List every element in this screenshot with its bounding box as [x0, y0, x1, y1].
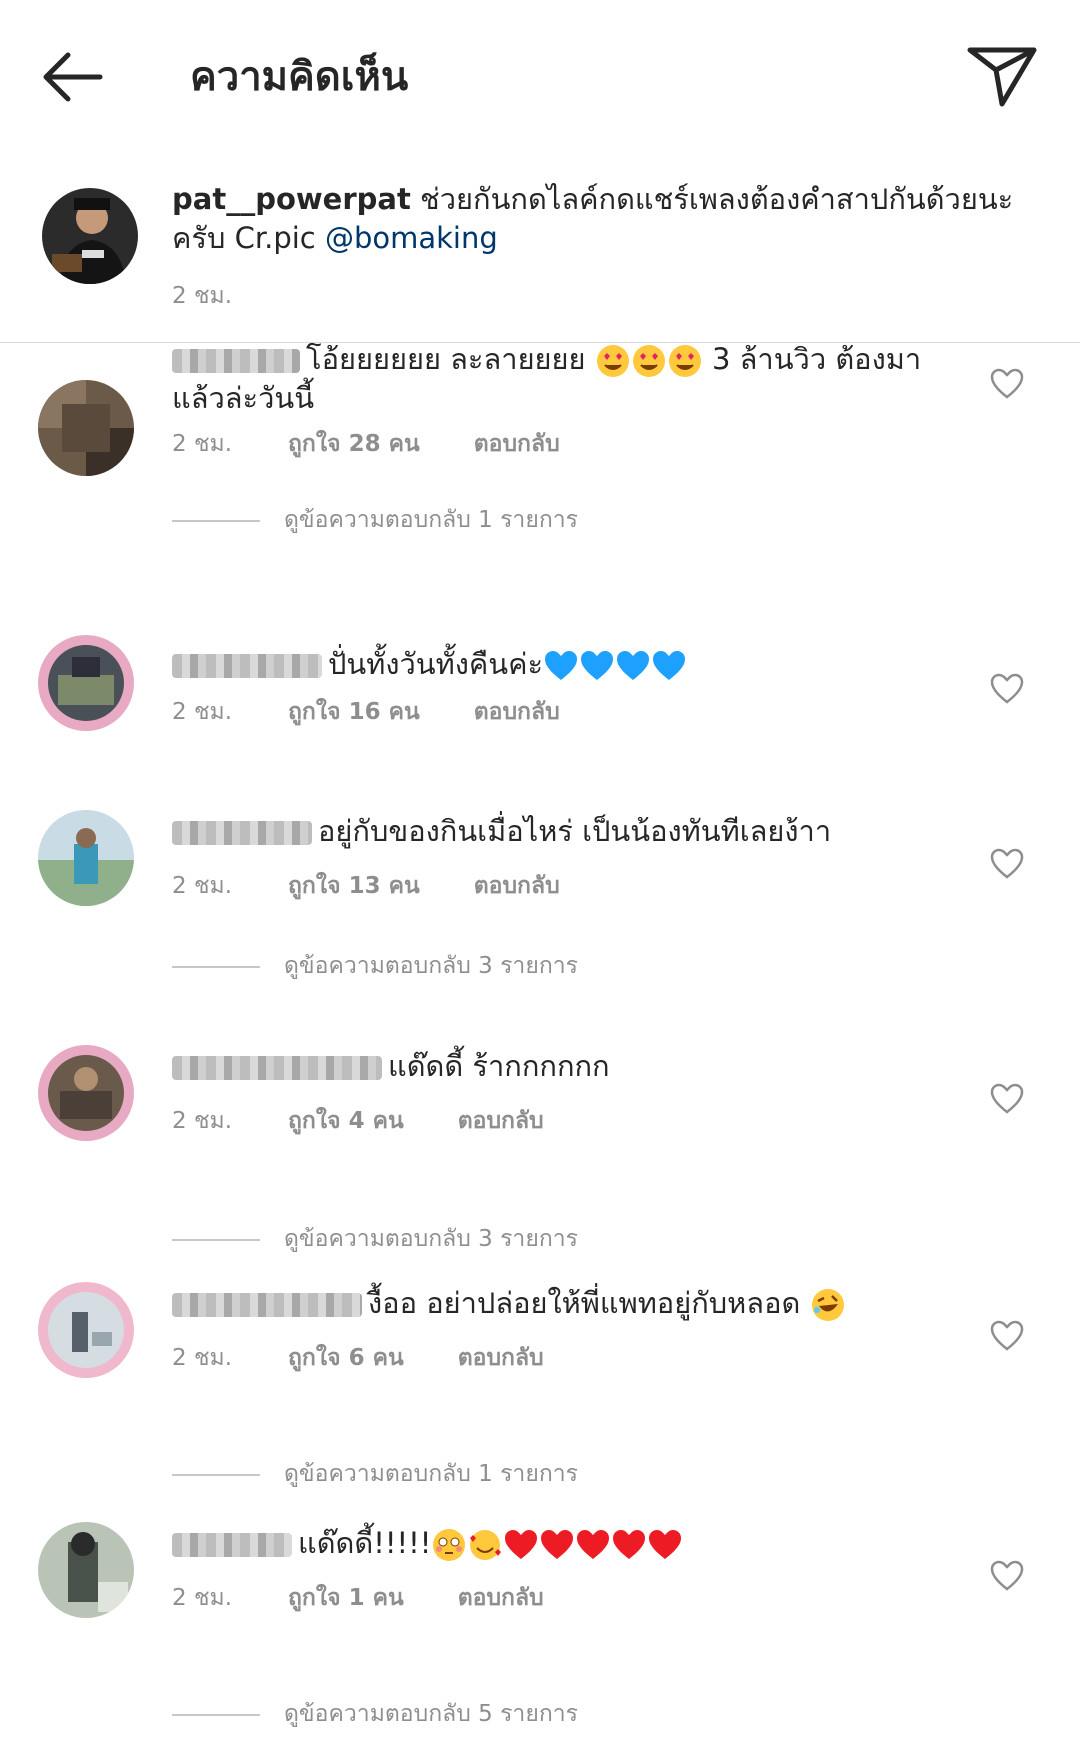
like-heart-icon[interactable]	[990, 368, 1024, 400]
blurred-username[interactable]	[172, 1533, 292, 1557]
like-heart-icon[interactable]	[990, 1083, 1024, 1115]
comment-likes[interactable]: ถูกใจ 6 คน	[288, 1340, 404, 1376]
commenter-avatar[interactable]	[38, 1522, 134, 1618]
caption-mention-link[interactable]: @bomaking	[325, 221, 498, 255]
comment-likes[interactable]: ถูกใจ 16 คน	[288, 694, 420, 730]
reply-button[interactable]: ตอบกลับ	[474, 694, 560, 730]
commenter-avatar[interactable]	[38, 380, 134, 476]
reply-button[interactable]: ตอบกลับ	[474, 868, 560, 904]
reply-button[interactable]: ตอบกลับ	[458, 1340, 544, 1376]
replies-divider	[172, 1238, 260, 1241]
like-heart-icon[interactable]	[990, 1320, 1024, 1352]
comment-text: อยู่กับของกินเมื่อไหร่ เป็นน้องทันทีเลยง…	[172, 812, 972, 851]
comment-meta: 2 ชม. ถูกใจ 1 คน ตอบกลับ	[172, 1580, 544, 1616]
replies-divider	[172, 519, 260, 522]
blue-heart-emoji	[543, 647, 687, 681]
flushed-emoji	[431, 1526, 467, 1561]
view-replies-link[interactable]: ดูข้อความตอบกลับ 1 รายการ	[172, 1456, 578, 1492]
caption-timestamp: 2 ชม.	[172, 283, 233, 309]
rofl-emoji	[810, 1286, 846, 1321]
commenter-avatar[interactable]	[38, 810, 134, 906]
comment-timestamp: 2 ชม.	[172, 873, 233, 899]
red-heart-emoji	[503, 1526, 683, 1560]
commenter-avatar[interactable]	[38, 1045, 134, 1141]
top-bar: ความคิดเห็น	[0, 0, 1080, 150]
blurred-username[interactable]	[172, 654, 322, 678]
replies-divider	[172, 1473, 260, 1476]
comment-timestamp: 2 ชม.	[172, 431, 233, 457]
comment-meta: 2 ชม. ถูกใจ 13 คน ตอบกลับ	[172, 868, 560, 904]
view-replies-link[interactable]: ดูข้อความตอบกลับ 1 รายการ	[172, 502, 578, 538]
blurred-username[interactable]	[172, 1056, 382, 1080]
post-caption: pat__powerpat ช่วยกันกดไลค์กดแชร์เพลงต้อ…	[0, 170, 1080, 343]
comment-timestamp: 2 ชม.	[172, 699, 233, 725]
comment-text: ปั่นทั้งวันทั้งคืนค่ะ	[172, 645, 972, 684]
reply-button[interactable]: ตอบกลับ	[474, 426, 560, 462]
comment-meta: 2 ชม. ถูกใจ 6 คน ตอบกลับ	[172, 1340, 544, 1376]
comment-text: แด๊ดดี้ ร้ากกกกกก	[172, 1047, 972, 1086]
comment-likes[interactable]: ถูกใจ 28 คน	[288, 426, 420, 462]
comment-likes[interactable]: ถูกใจ 1 คน	[288, 1580, 404, 1616]
heart-eyes-emoji	[595, 342, 703, 377]
reply-button[interactable]: ตอบกลับ	[458, 1580, 544, 1616]
blurred-username[interactable]	[172, 349, 300, 373]
reply-button[interactable]: ตอบกลับ	[458, 1103, 544, 1139]
comment-meta: 2 ชม. ถูกใจ 16 คน ตอบกลับ	[172, 694, 560, 730]
view-replies-link[interactable]: ดูข้อความตอบกลับ 3 รายการ	[172, 948, 578, 984]
commenter-avatar[interactable]	[38, 635, 134, 731]
direct-share-icon[interactable]	[962, 40, 1042, 110]
blurred-username[interactable]	[172, 1293, 362, 1317]
view-replies-link[interactable]: ดูข้อความตอบกลับ 5 รายการ	[172, 1696, 578, 1732]
comment-likes[interactable]: ถูกใจ 4 คน	[288, 1103, 404, 1139]
like-heart-icon[interactable]	[990, 673, 1024, 705]
page-title: ความคิดเห็น	[190, 54, 409, 100]
comment-text: แด๊ดดี้!!!!!	[172, 1524, 972, 1563]
comment-meta: 2 ชม. ถูกใจ 4 คน ตอบกลับ	[172, 1103, 544, 1139]
comment-timestamp: 2 ชม.	[172, 1345, 233, 1371]
replies-divider	[172, 965, 260, 968]
replies-divider	[172, 1713, 260, 1716]
comment-text: โอ้ยยยยยย ละลายยยย 3 ล้านวิว ต้องมาแล้วล…	[172, 342, 922, 415]
like-heart-icon[interactable]	[990, 848, 1024, 880]
like-heart-icon[interactable]	[990, 1560, 1024, 1592]
view-replies-link[interactable]: ดูข้อความตอบกลับ 3 รายการ	[172, 1221, 578, 1257]
comment-meta: 2 ชม. ถูกใจ 28 คน ตอบกลับ	[172, 426, 560, 462]
blurred-username[interactable]	[172, 821, 312, 845]
caption-username[interactable]: pat__powerpat	[172, 182, 411, 216]
comment-timestamp: 2 ชม.	[172, 1585, 233, 1611]
back-arrow-icon[interactable]	[38, 42, 108, 112]
comment-text: งื้ออ อย่าปล่อยให้พี่แพทอยู่กับหลอด	[172, 1284, 972, 1323]
comment-timestamp: 2 ชม.	[172, 1108, 233, 1134]
commenter-avatar[interactable]	[38, 1282, 134, 1378]
smiling-hearts-emoji	[467, 1526, 503, 1560]
comment-likes[interactable]: ถูกใจ 13 คน	[288, 868, 420, 904]
caption-text: pat__powerpat ช่วยกันกดไลค์กดแชร์เพลงต้อ…	[172, 180, 1042, 258]
caption-avatar[interactable]	[42, 188, 138, 284]
